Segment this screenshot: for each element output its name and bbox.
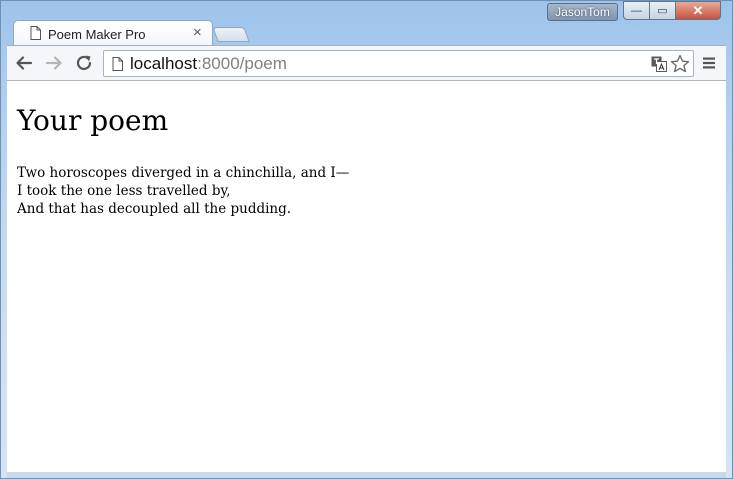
reload-icon[interactable] [75,54,93,72]
new-tab-button[interactable] [212,27,250,42]
address-bar[interactable]: localhost:8000/poem [103,50,694,77]
document-icon [30,26,41,40]
profile-badge[interactable]: JasonTom [547,3,618,21]
minimize-button[interactable]: — [623,1,650,20]
poem-line: And that has decoupled all the pudding. [17,201,292,217]
maximize-icon: ▭ [657,5,668,17]
maximize-button[interactable]: ▭ [650,1,676,20]
poem-text: Two horoscopes diverged in a chinchilla,… [17,164,349,218]
page-content: Your poem Two horoscopes diverged in a c… [7,81,726,472]
minimize-icon: — [631,4,642,17]
tab-poem-maker-pro[interactable]: Poem Maker Pro × [13,20,213,46]
url-host: localhost [130,54,198,73]
window-controls: — ▭ ✕ [623,1,721,21]
poem-line: Two horoscopes diverged in a chinchilla,… [17,165,350,181]
page-icon [112,57,123,71]
window-bottom-border [7,472,726,478]
poem-line: I took the one less travelled by, [17,183,231,199]
url-text: localhost:8000/poem [130,54,287,74]
browser-toolbar: localhost:8000/poem [7,45,726,81]
url-path: :8000/poem [197,54,287,73]
page-title: Your poem [17,104,169,137]
close-icon: ✕ [692,2,704,18]
back-arrow-icon[interactable] [15,54,33,72]
tab-title: Poem Maker Pro [48,27,146,42]
forward-arrow-icon[interactable] [45,54,63,72]
browser-window: Poem Maker Pro × JasonTom — ▭ ✕ localhos… [0,0,733,479]
tab-strip: Poem Maker Pro × JasonTom — ▭ ✕ [1,1,732,46]
translate-icon[interactable] [651,56,667,72]
close-window-button[interactable]: ✕ [676,1,721,20]
star-icon[interactable] [670,54,690,74]
tab-close-icon[interactable]: × [193,25,202,41]
menu-icon[interactable] [702,56,716,70]
